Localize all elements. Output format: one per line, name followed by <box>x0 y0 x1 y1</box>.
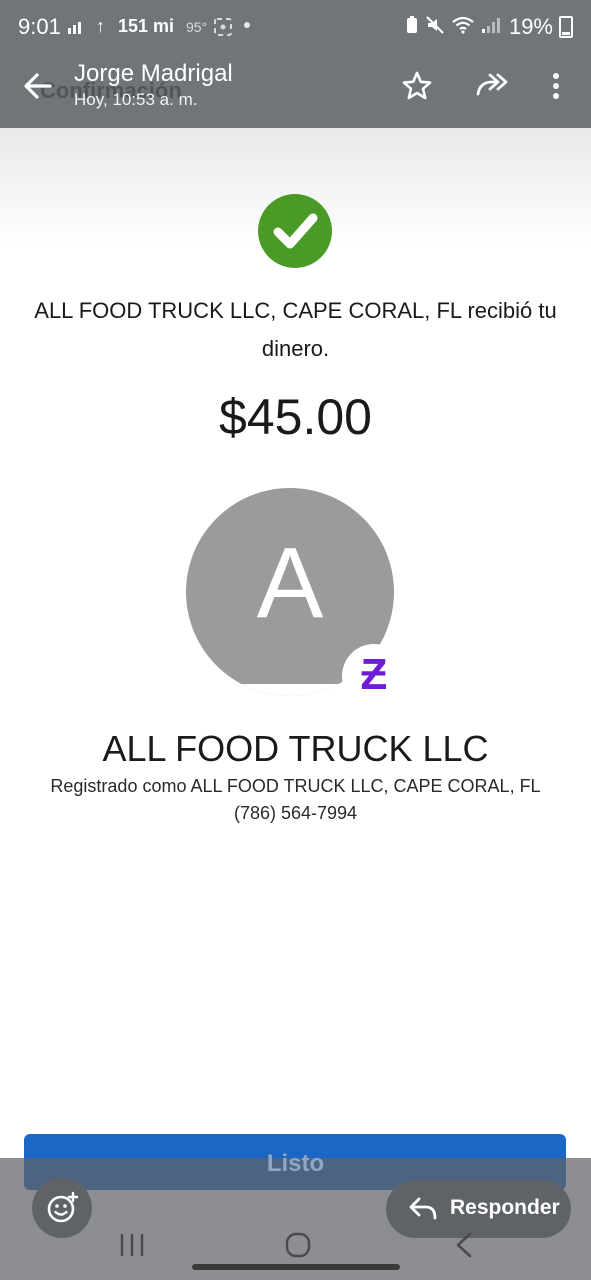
sender-name: Jorge Madrigal <box>74 60 233 87</box>
more-vert-icon[interactable] <box>548 70 580 102</box>
signal-icon <box>66 18 86 41</box>
battery-icon <box>559 16 573 38</box>
done-button-label: Listo <box>266 1150 325 1177</box>
avatar-initial: A <box>256 527 324 639</box>
success-check-icon <box>258 194 332 268</box>
home-icon[interactable] <box>284 1232 312 1263</box>
status-right-group: 19% <box>405 14 573 40</box>
add-emoji-icon <box>47 1191 79 1223</box>
screenshot-icon <box>213 17 233 42</box>
star-icon[interactable] <box>401 70 433 102</box>
viewer-header: Confirmación Jorge Madrigal Hoy, 10:53 a… <box>0 56 591 128</box>
upload-arrow-icon: ↑ <box>96 16 105 36</box>
payment-amount: $45.00 <box>219 389 372 445</box>
image-viewer-top-bar: 9:01 ↑ 151 mi 95° 19% Confirmación Jorge… <box>0 0 591 128</box>
nav-back-icon[interactable] <box>452 1232 476 1263</box>
merchant-phone: (786) 564-7994 <box>233 803 358 823</box>
payment-received-message: ALL FOOD TRUCK LLC, CAPE CORAL, FL recib… <box>34 298 557 361</box>
back-arrow-icon[interactable] <box>20 68 56 104</box>
zelle-logo-icon: Ƶ <box>342 644 406 708</box>
wifi-icon <box>451 15 475 40</box>
reply-button[interactable]: Responder <box>386 1180 571 1238</box>
notification-dot-icon <box>244 22 250 28</box>
zelle-badge-glyph: Ƶ <box>360 650 388 699</box>
battery-percent: 19% <box>508 14 553 39</box>
recent-apps-icon[interactable] <box>118 1232 146 1263</box>
reply-label: Responder <box>450 1196 560 1219</box>
cell-signal-icon <box>481 15 503 40</box>
gesture-handle <box>192 1264 400 1270</box>
status-time: 9:01 <box>18 14 61 39</box>
message-timestamp: Hoy, 10:53 a. m. <box>74 90 198 109</box>
merchant-name: ALL FOOD TRUCK LLC <box>102 728 489 769</box>
registered-as-text: Registrado como ALL FOOD TRUCK LLC, CAPE… <box>50 776 541 796</box>
forward-all-icon[interactable] <box>474 70 508 102</box>
mute-icon <box>425 15 445 40</box>
battery-saver-icon <box>405 15 419 40</box>
status-bar: 9:01 ↑ 151 mi 95° 19% <box>0 0 591 56</box>
status-temperature: 95° <box>186 19 208 35</box>
reply-icon <box>408 1196 438 1227</box>
emoji-react-button[interactable] <box>32 1178 92 1238</box>
status-distance: 151 mi <box>118 16 175 36</box>
image-viewer-bottom-bar: Listo Responder <box>0 1150 591 1280</box>
